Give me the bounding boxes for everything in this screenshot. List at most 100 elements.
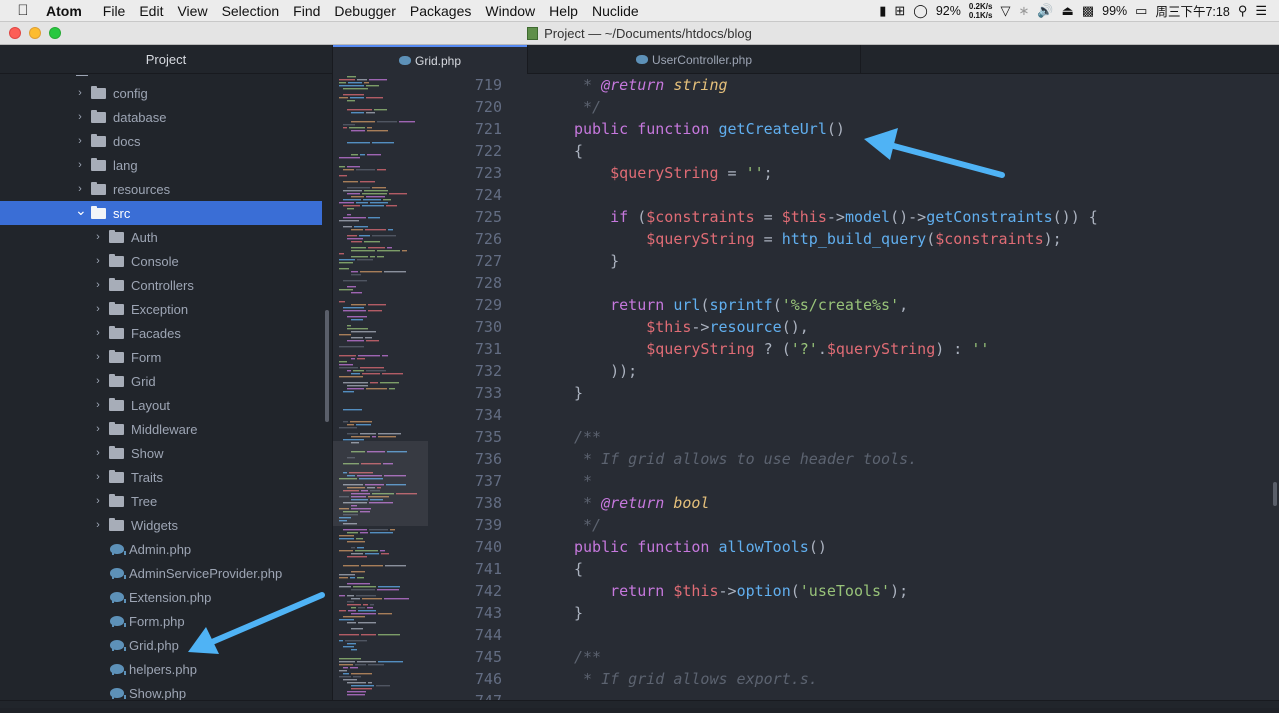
line-number: 721: [474, 120, 502, 138]
cpu-usage[interactable]: 92%: [936, 4, 961, 18]
tree-item-auth[interactable]: › Auth: [0, 225, 322, 249]
chevron-right-icon[interactable]: ›: [75, 159, 85, 171]
tree-item-config[interactable]: › config: [0, 81, 322, 105]
tree-item-tree[interactable]: › Tree: [0, 489, 322, 513]
code-line: 723 $queryString = '';: [428, 162, 1279, 184]
line-number: 735: [474, 428, 502, 446]
chevron-right-icon[interactable]: ›: [75, 183, 85, 195]
tree-item-traits[interactable]: › Traits: [0, 465, 322, 489]
apple-icon[interactable]: : [0, 2, 46, 19]
menu-nuclide[interactable]: Nuclide: [585, 3, 646, 19]
minimap[interactable]: [333, 74, 428, 708]
chevron-right-icon[interactable]: ›: [93, 519, 103, 531]
tree-item-middleware[interactable]: › Middleware: [0, 417, 322, 441]
chevron-right-icon[interactable]: ›: [93, 255, 103, 267]
chevron-right-icon[interactable]: ›: [93, 471, 103, 483]
close-window-button[interactable]: [9, 27, 21, 39]
tree-item-facades[interactable]: › Facades: [0, 321, 322, 345]
tree-item-resources[interactable]: › resources: [0, 177, 322, 201]
code-line: 734: [428, 404, 1279, 426]
menu-packages[interactable]: Packages: [403, 3, 478, 19]
chevron-right-icon[interactable]: ›: [75, 135, 85, 147]
sidebar-scrollbar[interactable]: [325, 310, 329, 422]
minimize-window-button[interactable]: [29, 27, 41, 39]
tree-item-grid-php[interactable]: Grid.php: [0, 633, 322, 657]
chevron-right-icon[interactable]: ›: [93, 447, 103, 459]
line-code: /**: [574, 648, 602, 666]
tree-item-src[interactable]: ⌄ src: [0, 201, 322, 225]
document-icon: [527, 26, 539, 40]
menu-file[interactable]: File: [96, 3, 133, 19]
volume-icon[interactable]: 🔊: [1037, 3, 1053, 19]
folder-icon: [109, 469, 124, 483]
menu-help[interactable]: Help: [542, 3, 585, 19]
notification-center-icon[interactable]: ☰: [1255, 3, 1267, 19]
chevron-right-icon[interactable]: ›: [93, 351, 103, 363]
tree-item-extension-php[interactable]: Extension.php: [0, 585, 322, 609]
chevron-right-icon[interactable]: ›: [93, 327, 103, 339]
tab-user-controller-php[interactable]: UserController.php: [527, 45, 861, 74]
chevron-right-icon[interactable]: ›: [93, 375, 103, 387]
line-code: {: [574, 560, 584, 578]
tree-item-exception[interactable]: › Exception: [0, 297, 322, 321]
zoom-window-button[interactable]: [49, 27, 61, 39]
line-number: 745: [474, 648, 502, 666]
cpu-ring-icon[interactable]: ◯: [913, 3, 928, 19]
tree-item-controllers[interactable]: › Controllers: [0, 273, 322, 297]
sogou-icon[interactable]: ▩: [1082, 3, 1094, 19]
tree-item-docs[interactable]: › docs: [0, 129, 322, 153]
tree-item-lang[interactable]: › lang: [0, 153, 322, 177]
menu-view[interactable]: View: [170, 3, 214, 19]
line-number: 728: [474, 274, 502, 292]
usb-icon[interactable]: ▮: [879, 3, 886, 19]
tree-item-widgets[interactable]: › Widgets: [0, 513, 322, 537]
search-icon[interactable]: ⚲: [1238, 3, 1248, 19]
menu-window[interactable]: Window: [478, 3, 542, 19]
tree-item-show[interactable]: › Show: [0, 441, 322, 465]
battery-icon[interactable]: ▭: [1135, 3, 1147, 19]
chevron-right-icon[interactable]: ›: [75, 87, 85, 99]
chevron-down-icon[interactable]: ⌄: [75, 202, 87, 219]
grid-icon[interactable]: ⊞: [894, 3, 905, 19]
menu-selection[interactable]: Selection: [215, 3, 287, 19]
wifi-icon[interactable]: ▽: [1000, 3, 1010, 19]
chevron-right-icon[interactable]: ›: [75, 111, 85, 123]
tree-item-helpers-php[interactable]: helpers.php: [0, 657, 322, 681]
tree-item-grid[interactable]: › Grid: [0, 369, 322, 393]
tree-item-adminserviceprovider-php[interactable]: AdminServiceProvider.php: [0, 561, 322, 585]
menu-find[interactable]: Find: [286, 3, 327, 19]
minimap-viewport[interactable]: [333, 441, 428, 526]
code-line: 729 return url(sprintf('%s/create%s',: [428, 294, 1279, 316]
battery-percent[interactable]: 99%: [1102, 4, 1127, 18]
menu-bar:  Atom File Edit View Selection Find Deb…: [0, 0, 1279, 22]
tree-item-console[interactable]: › Console: [0, 249, 322, 273]
line-number: 731: [474, 340, 502, 358]
menu-debugger[interactable]: Debugger: [327, 3, 403, 19]
chevron-right-icon[interactable]: ›: [93, 303, 103, 315]
line-number: 720: [474, 98, 502, 116]
code-editor[interactable]: 719 * @return string 720 */721 public func…: [428, 74, 1279, 708]
tree-item-form[interactable]: › Form: [0, 345, 322, 369]
editor-scrollbar[interactable]: [1273, 482, 1277, 506]
tree-item-label: Show.php: [129, 685, 187, 701]
eject-icon[interactable]: ⏏: [1062, 3, 1074, 19]
code-line: 741 {: [428, 558, 1279, 580]
tree-item-form-php[interactable]: Form.php: [0, 609, 322, 633]
bluetooth-icon[interactable]: ∗: [1018, 3, 1029, 19]
app-menu[interactable]: Atom: [46, 3, 96, 19]
line-number: 744: [474, 626, 502, 644]
menu-edit[interactable]: Edit: [132, 3, 170, 19]
network-speed[interactable]: 0.2K/s 0.1K/s: [969, 2, 993, 20]
chevron-right-icon[interactable]: ›: [93, 423, 103, 435]
clock[interactable]: 周三下午7:18: [1155, 1, 1229, 20]
tree-item-database[interactable]: › database: [0, 105, 322, 129]
tree-item-label: docs: [113, 133, 141, 149]
tree-item-layout[interactable]: › Layout: [0, 393, 322, 417]
chevron-right-icon[interactable]: ›: [93, 279, 103, 291]
tab-grid-php[interactable]: Grid.php: [333, 45, 527, 74]
chevron-right-icon[interactable]: ›: [93, 399, 103, 411]
chevron-right-icon[interactable]: ›: [93, 495, 103, 507]
chevron-right-icon[interactable]: ›: [93, 231, 103, 243]
tree-item-admin-php[interactable]: Admin.php: [0, 537, 322, 561]
tree-item-label: Console: [131, 253, 179, 269]
